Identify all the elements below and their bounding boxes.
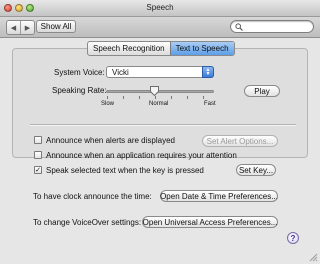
set-key-button[interactable]: Set Key... (236, 164, 276, 176)
clock-label: To have clock announce the time: (33, 192, 152, 201)
speaking-rate-label: Speaking Rate: (52, 86, 107, 95)
set-alert-options-button[interactable]: Set Alert Options... (202, 135, 278, 147)
popup-arrows-icon: ▲ ▼ (202, 66, 214, 78)
title-bar: Speech (0, 0, 320, 17)
announce-attention-label: Announce when an application requires yo… (46, 151, 237, 160)
play-button[interactable]: Play (244, 85, 280, 97)
search-field[interactable] (230, 20, 314, 33)
open-universal-access-button[interactable]: Open Universal Access Preferences... (142, 216, 278, 228)
window-title: Speech (146, 3, 174, 12)
back-arrow-icon[interactable]: ◀ (7, 21, 20, 34)
slow-label: Slow (101, 101, 115, 107)
system-voice-value: Vicki (112, 68, 129, 77)
slider-thumb[interactable] (150, 86, 160, 96)
normal-label: Normal (149, 101, 169, 107)
slider-tick (139, 96, 140, 99)
slider-tick (107, 96, 108, 99)
fast-label: Fast (204, 101, 216, 107)
system-voice-label: System Voice: (54, 68, 105, 77)
slider-tick (155, 96, 156, 99)
forward-arrow-icon[interactable]: ▶ (20, 21, 34, 34)
section-divider (30, 124, 296, 126)
slider-tick (187, 96, 188, 99)
speaking-rate-slider[interactable] (106, 90, 214, 93)
slider-tick (203, 96, 204, 99)
show-all-button[interactable]: Show All (36, 20, 76, 33)
open-date-time-button[interactable]: Open Date & Time Preferences... (160, 190, 278, 202)
search-icon (235, 23, 243, 31)
help-button[interactable]: ? (287, 232, 299, 244)
resize-grip-icon[interactable] (309, 253, 318, 262)
tab-bar: Speech Recognition Text to Speech (87, 41, 235, 56)
system-voice-popup[interactable]: Vicki ▲ ▼ (106, 66, 214, 78)
tab-speech-recognition[interactable]: Speech Recognition (88, 42, 170, 55)
back-forward-control: ◀ ▶ (6, 20, 35, 35)
announce-attention-checkbox[interactable] (34, 151, 42, 159)
tab-text-to-speech[interactable]: Text to Speech (169, 42, 234, 55)
toolbar: ◀ ▶ Show All (0, 17, 320, 38)
slider-tick (171, 96, 172, 99)
speak-selected-text-label: Speak selected text when the key is pres… (46, 166, 204, 175)
announce-alerts-label: Announce when alerts are displayed (46, 136, 175, 145)
voiceover-label: To change VoiceOver settings: (33, 218, 142, 227)
speak-selected-text-checkbox[interactable]: ✓ (34, 166, 42, 174)
announce-alerts-checkbox[interactable] (34, 136, 42, 144)
slider-tick (123, 96, 124, 99)
